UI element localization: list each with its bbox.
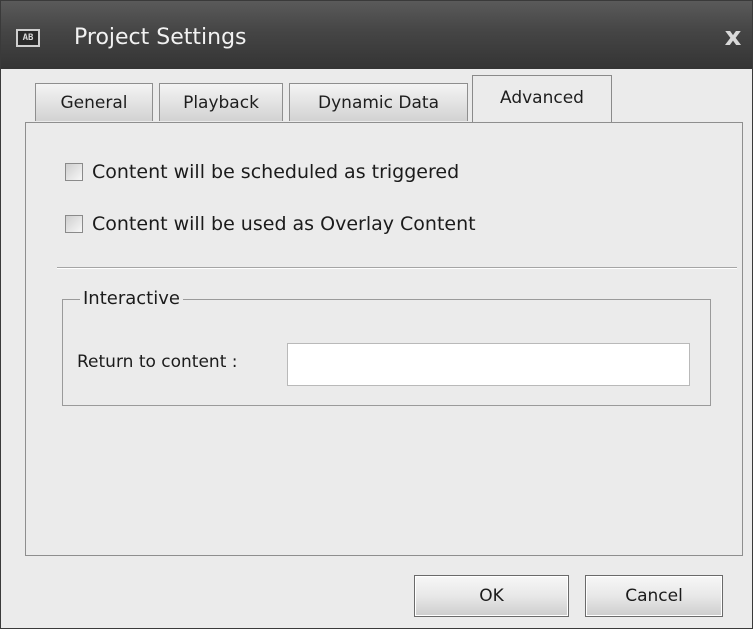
ok-button[interactable]: OK (414, 575, 569, 617)
return-to-content-label: Return to content : (77, 352, 238, 372)
section-divider (57, 267, 737, 269)
return-to-content-input[interactable] (287, 343, 690, 386)
advanced-tab-panel: Content will be scheduled as triggered C… (25, 122, 743, 556)
overlay-content-checkbox[interactable] (65, 215, 83, 233)
title-bar[interactable]: AB Project Settings x (1, 1, 752, 69)
tab-playback[interactable]: Playback (159, 83, 283, 121)
tab-general[interactable]: General (35, 83, 153, 121)
project-settings-dialog: AB Project Settings x General Playback D… (0, 0, 753, 629)
scheduled-triggered-label[interactable]: Content will be scheduled as triggered (92, 160, 459, 184)
interactive-group-legend: Interactive (80, 287, 183, 311)
overlay-content-label[interactable]: Content will be used as Overlay Content (92, 212, 476, 236)
scheduled-triggered-checkbox[interactable] (65, 163, 83, 181)
tab-dynamic-data[interactable]: Dynamic Data (289, 83, 468, 121)
app-icon: AB (16, 29, 40, 47)
window-title: Project Settings (74, 25, 247, 50)
close-icon[interactable]: x (719, 23, 747, 51)
cancel-button[interactable]: Cancel (585, 575, 723, 617)
interactive-group: Interactive Return to content : (62, 287, 711, 406)
tab-strip: General Playback Dynamic Data Advanced (1, 69, 752, 125)
tab-advanced[interactable]: Advanced (472, 75, 612, 125)
